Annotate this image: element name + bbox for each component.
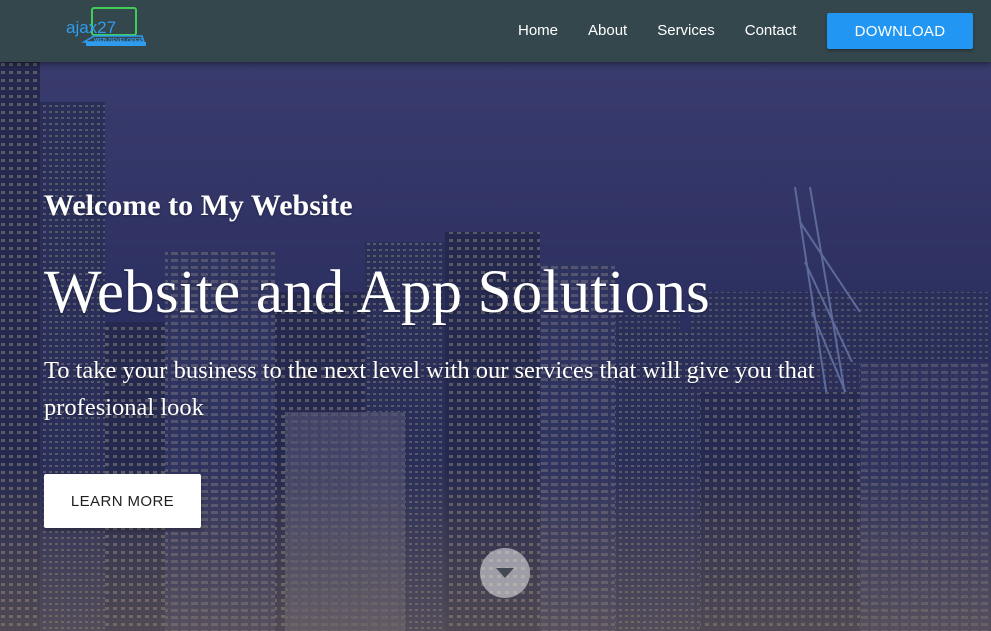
download-button[interactable]: DOWNLOAD <box>827 13 973 49</box>
logo-main-text: ajax27 <box>66 18 116 37</box>
chevron-down-icon <box>496 568 514 578</box>
logo-sub-text: WEB DEVELOPER <box>94 38 142 44</box>
hero-title: Website and App Solutions <box>44 259 710 326</box>
hero-overlay <box>0 62 991 631</box>
hero-section: Welcome to My Website Website and App So… <box>0 62 991 631</box>
navbar: ajax27 WEB DEVELOPER Home About Services… <box>0 0 991 62</box>
page: ajax27 WEB DEVELOPER Home About Services… <box>0 0 991 631</box>
nav-link-home[interactable]: Home <box>505 0 571 62</box>
hero-subtitle: To take your business to the next level … <box>44 357 815 421</box>
learn-more-button[interactable]: LEARN MORE <box>44 474 201 528</box>
nav-link-contact[interactable]: Contact <box>732 0 810 62</box>
hero-welcome-text: Welcome to My Website <box>44 189 353 222</box>
ajax27-logo[interactable]: ajax27 WEB DEVELOPER <box>64 6 148 54</box>
scroll-down-button[interactable] <box>480 548 530 598</box>
nav-link-services[interactable]: Services <box>644 0 728 62</box>
nav-links: Home About Services Contact <box>505 0 809 62</box>
nav-link-about[interactable]: About <box>575 0 640 62</box>
